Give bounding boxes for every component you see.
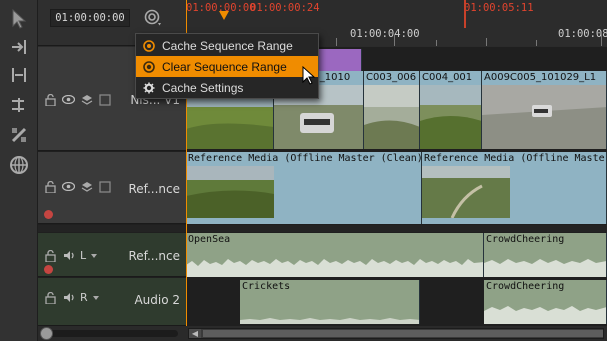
- cache-menu: Cache Sequence Range Clear Sequence Rang…: [135, 33, 319, 99]
- marker-line[interactable]: [464, 0, 466, 28]
- timeline-header: 01:00:00:00 01:00:00:00 01:00:00:24 01:0…: [38, 0, 607, 46]
- eye-icon[interactable]: [62, 93, 75, 106]
- playhead-timecode: 01:00:00:24: [250, 2, 320, 14]
- transform-tool-icon[interactable]: [6, 122, 32, 148]
- menu-item-cache-settings[interactable]: Cache Settings: [136, 77, 318, 98]
- clip-audio-crickets[interactable]: Crickets: [240, 280, 420, 324]
- clip-label: Reference Media (Offline Master (Clean)): [424, 153, 606, 164]
- clip-label: CrowdCheering: [486, 281, 565, 292]
- chevron-down-icon[interactable]: [91, 249, 98, 262]
- multi-select-tool-icon[interactable]: [6, 34, 32, 60]
- lock-icon[interactable]: [44, 291, 57, 304]
- clip-audio-opensea[interactable]: OpenSea: [186, 233, 484, 277]
- track-controls: [44, 93, 111, 106]
- blend-icon[interactable]: [98, 180, 111, 193]
- channel-label: R: [80, 291, 88, 304]
- slip-tool-icon[interactable]: [6, 92, 32, 118]
- track-lane-ref: Reference Media (Offline Master (Clean))…: [186, 152, 607, 224]
- tool-column: [0, 0, 38, 341]
- track-name: Audio 2: [134, 293, 180, 307]
- speaker-icon[interactable]: [62, 291, 75, 304]
- clip-v1-e[interactable]: A009C005_101029_L1: [482, 71, 607, 149]
- lock-icon[interactable]: [44, 93, 57, 106]
- track-header-ref[interactable]: Ref...nce: [38, 152, 186, 224]
- clip-audio-crowd-2[interactable]: CrowdCheering: [484, 280, 607, 324]
- zoom-slider[interactable]: [40, 327, 178, 340]
- clip-v1-d[interactable]: C004_001: [420, 71, 482, 149]
- track-name: Ref...nce: [128, 249, 180, 263]
- track-controls: L: [44, 249, 98, 262]
- menu-item-cache-sequence-range[interactable]: Cache Sequence Range: [136, 35, 318, 56]
- select-tool-icon[interactable]: [6, 6, 32, 32]
- clip-label: Crickets: [242, 281, 291, 292]
- menu-item-label: Clear Sequence Range: [162, 59, 287, 74]
- clip-ref-b[interactable]: Reference Media (Offline Master (Clean)): [422, 152, 607, 224]
- ruler-tick-label: 01:00:08:00: [558, 28, 607, 40]
- record-indicator-icon[interactable]: [44, 265, 53, 274]
- channel-label: L: [80, 249, 87, 262]
- cache-icon: [144, 9, 162, 30]
- track-controls: R: [44, 291, 99, 304]
- timecode-field[interactable]: 01:00:00:00: [50, 9, 130, 27]
- clip-label: OpenSea: [188, 234, 231, 245]
- menu-item-label: Cache Settings: [162, 80, 244, 95]
- track-lane-audio-1: OpenSea CrowdCheering: [186, 233, 607, 277]
- cache-radio-icon: [136, 39, 162, 52]
- cache-button[interactable]: [140, 8, 166, 30]
- clip-label: A009C005_101029_L1: [484, 72, 597, 83]
- speaker-icon[interactable]: [62, 249, 75, 262]
- zoom-slider-knob[interactable]: [40, 327, 53, 340]
- ruler-tick-label: 01:00:04:00: [350, 28, 420, 40]
- clip-label: C003_006: [366, 72, 417, 83]
- marker-timecode: 01:00:05:11: [464, 2, 534, 14]
- clip-audio-crowd-1[interactable]: CrowdCheering: [484, 233, 607, 277]
- layers-icon[interactable]: [80, 93, 93, 106]
- lock-icon[interactable]: [44, 180, 57, 193]
- track-area: Nis... V1 Ref...nce L Ref...nce R Audio …: [38, 47, 607, 326]
- track-lane-audio-2: Crickets CrowdCheering: [186, 278, 607, 326]
- scroll-left-arrow-icon[interactable]: ◀: [189, 329, 201, 338]
- scrollbar-thumb[interactable]: [203, 330, 603, 337]
- horizontal-scrollbar[interactable]: ◀: [188, 328, 604, 339]
- mouse-cursor-icon: [302, 65, 316, 89]
- record-indicator-icon[interactable]: [44, 210, 53, 219]
- clip-label: CrowdCheering: [486, 234, 565, 245]
- razor-tool-icon[interactable]: [6, 62, 32, 88]
- menu-item-label: Cache Sequence Range: [162, 38, 293, 53]
- clip-ref-a[interactable]: Reference Media (Offline Master (Clean)): [186, 152, 422, 224]
- clip-label: Reference Media (Offline Master (Clean)): [188, 153, 422, 164]
- track-header-audio-1[interactable]: L Ref...nce: [38, 233, 186, 277]
- menu-item-clear-sequence-range[interactable]: Clear Sequence Range: [136, 56, 318, 77]
- playhead-handle[interactable]: [219, 11, 229, 20]
- layers-icon[interactable]: [80, 180, 93, 193]
- chevron-down-icon[interactable]: [92, 291, 99, 304]
- lock-icon[interactable]: [44, 249, 57, 262]
- clip-label: C004_001: [422, 72, 473, 83]
- eye-icon[interactable]: [62, 180, 75, 193]
- bottom-bar: ◀: [38, 326, 607, 341]
- track-name: Ref...nce: [128, 182, 180, 196]
- gear-icon: [136, 82, 162, 94]
- globe-tool-icon[interactable]: [6, 152, 32, 178]
- clip-v1-c[interactable]: C003_006: [364, 71, 420, 149]
- track-header-audio-2[interactable]: R Audio 2: [38, 278, 186, 326]
- clear-cache-icon: [136, 60, 162, 73]
- track-separator: [38, 225, 607, 232]
- track-controls: [44, 180, 111, 193]
- blend-icon[interactable]: [98, 93, 111, 106]
